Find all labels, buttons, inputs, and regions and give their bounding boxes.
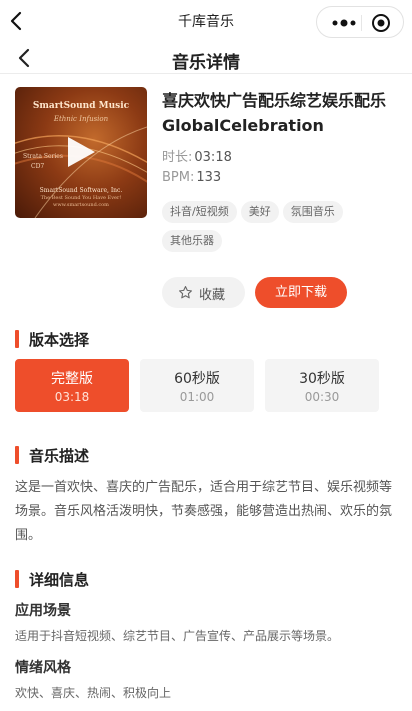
- page-header: 音乐详情: [0, 42, 412, 74]
- version-name: 30秒版: [299, 371, 345, 387]
- cover-subtitle: Ethnic Infusion: [53, 115, 109, 123]
- track-bpm: BPM: 133: [162, 170, 221, 185]
- version-name: 60秒版: [174, 371, 220, 387]
- music-description: 这是一首欢快、喜庆的广告配乐，适合用于综艺节目、娱乐视频等场景。音乐风格活泼明快…: [15, 480, 393, 543]
- tag-list: 抖音/短视频 美好 氛围音乐其他乐器: [162, 200, 394, 258]
- cover-cd: CD7: [31, 163, 45, 170]
- track-duration: 时长: 03:18: [162, 146, 232, 165]
- mood-label: 情绪风格: [15, 660, 71, 676]
- version-option-30s[interactable]: 30秒版 00:30: [265, 359, 379, 412]
- scene-text: 适用于抖音短视频、综艺节目、广告宣传、产品展示等场景。: [15, 629, 340, 643]
- bpm-label: BPM:: [162, 170, 195, 185]
- star-outline-icon: [179, 286, 192, 299]
- version-time: 01:00: [179, 390, 215, 404]
- tag-chip[interactable]: 氛围音乐: [282, 201, 343, 223]
- version-name: 完整版: [51, 371, 93, 387]
- track-title: 喜庆欢快广告配乐综艺娱乐配乐GlobalCelebration: [162, 91, 387, 135]
- album-cover[interactable]: SmartSound Music Ethnic Infusion Strata …: [15, 87, 147, 218]
- version-option-full[interactable]: 完整版 03:18: [15, 359, 129, 412]
- download-button[interactable]: 立即下载: [255, 277, 347, 308]
- tag-chip[interactable]: 其他乐器: [162, 230, 222, 252]
- version-time: 00:30: [304, 390, 340, 404]
- section-title: 详细信息: [29, 571, 90, 589]
- section-accent-bar: [15, 446, 19, 464]
- cover-brand: SmartSound Music: [32, 101, 130, 111]
- favorite-label: 收藏: [199, 288, 226, 303]
- cover-company: SmartSound Software, Inc.: [39, 187, 123, 194]
- bpm-value: 133: [196, 170, 222, 185]
- version-time: 03:18: [54, 390, 90, 404]
- section-accent-bar: [15, 330, 19, 348]
- cover-series: Strata Series: [23, 153, 63, 160]
- scene-label: 应用场景: [15, 603, 71, 619]
- cover-url: www.smartsound.com: [53, 202, 109, 208]
- tag-chip[interactable]: 抖音/短视频: [162, 201, 237, 223]
- tag-chip[interactable]: 美好: [240, 201, 279, 223]
- mood-text: 欢快、喜庆、热闹、积极向上: [15, 686, 172, 700]
- menu-capsule: [316, 6, 404, 38]
- app-top-bar: 千库音乐: [0, 0, 412, 42]
- duration-value: 03:18: [194, 150, 232, 165]
- more-dots-icon[interactable]: [329, 15, 359, 31]
- capsule-divider: [361, 15, 362, 31]
- section-title: 版本选择: [29, 331, 90, 349]
- version-option-60s[interactable]: 60秒版 01:00: [140, 359, 254, 412]
- play-icon[interactable]: [65, 135, 97, 169]
- section-title: 音乐描述: [29, 447, 90, 465]
- cover-tagline: The Best Sound You Have Ever!: [40, 195, 122, 201]
- target-close-icon[interactable]: [370, 13, 392, 33]
- favorite-button[interactable]: 收藏: [162, 277, 245, 308]
- duration-label: 时长:: [162, 150, 193, 165]
- section-accent-bar: [15, 570, 19, 588]
- page-title: 音乐详情: [172, 53, 240, 73]
